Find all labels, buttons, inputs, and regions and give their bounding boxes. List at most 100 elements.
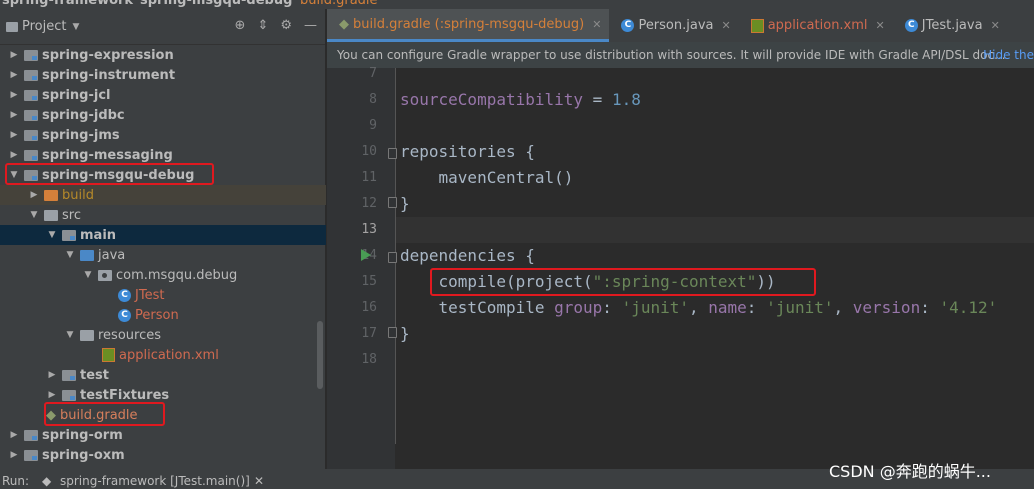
caret-line-highlight: [327, 217, 1034, 243]
project-icon: [6, 21, 18, 32]
tree-item-spring-oxm[interactable]: ▶ spring-oxm: [0, 445, 326, 465]
code-token: ,: [689, 298, 709, 317]
tab-person-java[interactable]: C Person.java ✕: [609, 9, 738, 42]
run-config-name[interactable]: spring-framework [JTest.main()]: [60, 474, 250, 488]
tree-item-spring-messaging[interactable]: ▶ spring-messaging: [0, 145, 326, 165]
close-icon[interactable]: ✕: [991, 19, 1000, 32]
tree-item-label: test: [80, 367, 109, 383]
line-number: 9: [369, 118, 377, 133]
tree-item-label: spring-orm: [42, 427, 123, 443]
java-class-icon: C: [118, 308, 131, 322]
tree-item-spring-jms[interactable]: ▶ spring-jms: [0, 125, 326, 145]
java-class-icon: C: [118, 288, 131, 302]
module-folder-icon: [24, 49, 38, 61]
code-line: }: [400, 194, 410, 213]
tree-item-main[interactable]: ▼ main: [0, 225, 326, 245]
close-icon[interactable]: ✕: [592, 18, 601, 31]
chevron-down-icon[interactable]: ▼: [28, 210, 40, 220]
chevron-right-icon[interactable]: ▶: [8, 130, 20, 140]
chevron-right-icon[interactable]: ▶: [46, 390, 58, 400]
fold-marker-icon[interactable]: [388, 148, 397, 159]
chevron-right-icon[interactable]: ▶: [8, 110, 20, 120]
highlight-box: [5, 163, 214, 185]
collapse-all-icon[interactable]: ⇕: [257, 18, 268, 33]
module-folder-icon: [24, 109, 38, 121]
tree-item-jtest[interactable]: C JTest: [0, 285, 326, 305]
editor-tabs: ◆ build.gradle (:spring-msgqu-debug) ✕ C…: [327, 9, 1034, 42]
java-class-icon: C: [904, 19, 918, 32]
tree-item-label: spring-messaging: [42, 147, 173, 163]
code-line: }: [400, 324, 410, 343]
minimize-icon[interactable]: —: [304, 18, 317, 33]
chevron-right-icon[interactable]: ▶: [8, 50, 20, 60]
chevron-down-icon[interactable]: ▼: [64, 330, 76, 340]
tab-build-gradle[interactable]: ◆ build.gradle (:spring-msgqu-debug) ✕: [327, 9, 610, 42]
tree-item-spring-orm[interactable]: ▶ spring-orm: [0, 425, 326, 445]
tree-item-spring-jdbc[interactable]: ▶ spring-jdbc: [0, 105, 326, 125]
tree-item-label: spring-jcl: [42, 87, 111, 103]
tree-item-spring-expression[interactable]: ▶ spring-expression: [0, 45, 326, 65]
tab-jtest-java[interactable]: C JTest.java ✕: [893, 9, 1008, 42]
tree-item-build[interactable]: ▶ build: [0, 185, 326, 205]
code-line: testCompile group: 'junit', name: 'junit…: [400, 298, 998, 317]
tab-label: application.xml: [767, 18, 868, 33]
package-icon: [98, 269, 112, 281]
project-scrollbar[interactable]: [317, 321, 323, 389]
excluded-folder-icon: [44, 189, 58, 201]
run-gutter-icon[interactable]: [361, 249, 371, 261]
module-folder-icon: [24, 129, 38, 141]
line-number: 8: [369, 92, 377, 107]
chevron-right-icon[interactable]: ▶: [8, 150, 20, 160]
tree-item-test[interactable]: ▶ test: [0, 365, 326, 385]
project-panel-title[interactable]: Project: [22, 19, 66, 34]
close-icon[interactable]: ✕: [254, 474, 264, 488]
locate-icon[interactable]: ⊕: [235, 18, 246, 33]
fold-marker-icon[interactable]: [388, 327, 397, 338]
gear-icon[interactable]: ⚙: [280, 18, 292, 33]
notification-message: You can configure Gradle wrapper to use …: [337, 48, 1006, 62]
module-folder-icon: [62, 229, 76, 241]
tree-item-src[interactable]: ▼ src: [0, 205, 326, 225]
tree-item-spring-instrument[interactable]: ▶ spring-instrument: [0, 65, 326, 85]
breadcrumb-item[interactable]: spring-msgqu-debug: [140, 0, 292, 8]
tree-item-package[interactable]: ▼ com.msgqu.debug: [0, 265, 326, 285]
xml-file-icon: [750, 18, 764, 33]
chevron-right-icon[interactable]: ▶: [46, 370, 58, 380]
close-icon[interactable]: ✕: [722, 19, 731, 32]
code-token: 'junit': [621, 298, 689, 317]
chevron-right-icon[interactable]: ▶: [8, 450, 20, 460]
highlight-box: [44, 402, 165, 426]
module-folder-icon: [24, 429, 38, 441]
chevron-down-icon[interactable]: ▼: [46, 230, 58, 240]
close-icon[interactable]: ✕: [876, 19, 885, 32]
chevron-right-icon[interactable]: ▶: [8, 70, 20, 80]
code-token: ,: [833, 298, 853, 317]
chevron-right-icon[interactable]: ▶: [8, 90, 20, 100]
tree-item-java[interactable]: ▼ java: [0, 245, 326, 265]
code-token: version: [852, 298, 921, 317]
breadcrumb-item[interactable]: spring-framework: [2, 0, 133, 8]
chevron-down-icon[interactable]: ▼: [64, 250, 76, 260]
chevron-down-icon[interactable]: ▼: [72, 22, 79, 32]
breadcrumb-item[interactable]: build.gradle: [300, 0, 378, 8]
tree-item-label: spring-jms: [42, 127, 120, 143]
fold-marker-icon[interactable]: [388, 252, 397, 263]
xml-file-icon: [102, 348, 115, 362]
line-number: 12: [361, 196, 377, 211]
tree-item-person[interactable]: C Person: [0, 305, 326, 325]
chevron-right-icon[interactable]: ▶: [8, 430, 20, 440]
module-folder-icon: [24, 69, 38, 81]
hide-link[interactable]: Hide the: [983, 48, 1034, 62]
fold-marker-icon[interactable]: [388, 197, 397, 208]
tree-item-resources[interactable]: ▼ resources: [0, 325, 326, 345]
tree-item-label: spring-oxm: [42, 447, 125, 463]
run-label: Run:: [2, 474, 30, 488]
chevron-right-icon[interactable]: ▶: [28, 190, 40, 200]
tree-item-label: testFixtures: [80, 387, 170, 403]
tree-item-application-xml[interactable]: application.xml: [0, 345, 326, 365]
watermark: CSDN @奔跑的蜗牛...: [829, 462, 991, 481]
tree-item-spring-jcl[interactable]: ▶ spring-jcl: [0, 85, 326, 105]
tab-application-xml[interactable]: application.xml ✕: [739, 9, 893, 42]
module-folder-icon: [24, 449, 38, 461]
chevron-down-icon[interactable]: ▼: [82, 270, 94, 280]
